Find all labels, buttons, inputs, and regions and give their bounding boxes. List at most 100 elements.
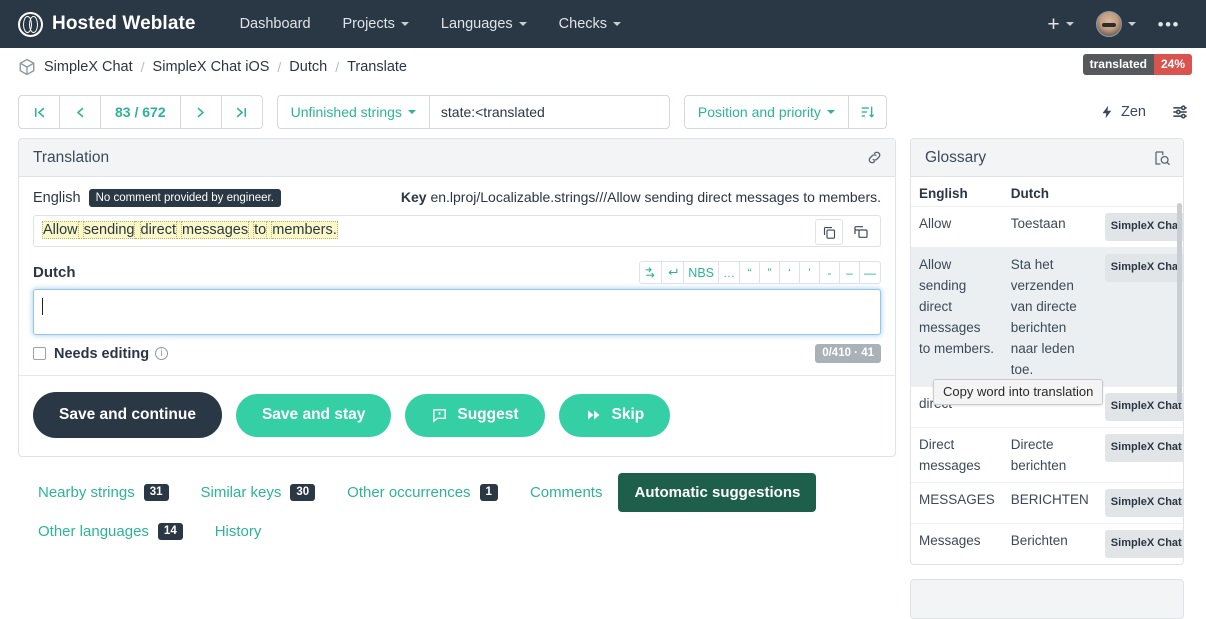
- more-menu-button[interactable]: •••: [1148, 0, 1190, 48]
- nav-item-languages[interactable]: Languages: [425, 0, 543, 48]
- source-word[interactable]: to: [254, 221, 267, 239]
- tab-other-languages-label: Other languages: [38, 523, 149, 540]
- glossary-row[interactable]: Allow sending direct messages to members…: [911, 248, 1184, 387]
- translation-input[interactable]: [33, 289, 881, 335]
- glossary-source-term[interactable]: Messages: [911, 524, 1003, 565]
- save-and-stay-button[interactable]: Save and stay: [236, 394, 391, 437]
- glossary-target-term[interactable]: Berichten: [1003, 524, 1097, 565]
- needs-editing-label[interactable]: Needs editing: [54, 346, 149, 362]
- save-and-continue-button[interactable]: Save and continue: [33, 392, 222, 438]
- glossary-column-project: [1097, 177, 1184, 207]
- search-input[interactable]: [430, 95, 670, 129]
- glossary-row[interactable]: Direct messages Directe berichten Simple…: [911, 428, 1184, 483]
- insert-en-dash-button[interactable]: –: [839, 261, 860, 284]
- tab-similar-keys[interactable]: Similar keys 30: [185, 473, 332, 512]
- source-word[interactable]: members.: [272, 221, 337, 239]
- tab-nearby-strings[interactable]: Nearby strings 31: [22, 473, 185, 512]
- glossary-column-english: English: [911, 177, 1003, 207]
- permalink-button[interactable]: [866, 149, 883, 166]
- glossary-project-badge: SimpleX Chat Android: [1105, 489, 1184, 517]
- glossary-source-term[interactable]: Allow sending direct messages to members…: [911, 248, 1003, 387]
- insert-quote-open-button[interactable]: “: [739, 261, 760, 284]
- nav-item-projects[interactable]: Projects: [327, 0, 425, 48]
- chevron-down-icon: [408, 110, 416, 114]
- tab-other-occurrences[interactable]: Other occurrences 1: [331, 473, 514, 512]
- breadcrumb-item-project[interactable]: SimpleX Chat: [44, 59, 133, 75]
- chevron-down-icon: [519, 22, 527, 26]
- glossary-search-button[interactable]: [1153, 149, 1171, 167]
- nav-item-dashboard[interactable]: Dashboard: [224, 0, 327, 48]
- glossary-source-term[interactable]: MESSAGES: [911, 483, 1003, 524]
- last-string-button[interactable]: [221, 95, 263, 129]
- glossary-target-term[interactable]: BERICHTEN: [1003, 483, 1097, 524]
- translation-panel-body: English No comment provided by engineer.…: [19, 177, 895, 456]
- insert-tab-button[interactable]: [639, 261, 662, 284]
- glossary-scrollbar[interactable]: [1177, 185, 1182, 563]
- source-string-text[interactable]: Allow sending direct messages to members…: [34, 216, 815, 246]
- insert-hyphen-button[interactable]: -: [819, 261, 840, 284]
- insert-nbs-button[interactable]: NBS: [683, 261, 719, 284]
- string-key-label: Key: [401, 189, 427, 205]
- toolbar-right-group: Zen: [1100, 102, 1190, 122]
- brand-home-link[interactable]: Hosted Weblate: [18, 12, 196, 37]
- insert-newline-button[interactable]: [661, 261, 684, 284]
- glossary-row[interactable]: Allow Toestaan SimpleX Chat Android: [911, 207, 1184, 248]
- source-word[interactable]: sending: [84, 221, 136, 239]
- clone-source-button[interactable]: [847, 219, 875, 245]
- glossary-row[interactable]: MESSAGES BERICHTEN SimpleX Chat Android: [911, 483, 1184, 524]
- breadcrumb-item-translate[interactable]: Translate: [347, 59, 407, 75]
- glossary-target-term[interactable]: Directe berichten: [1003, 428, 1097, 483]
- insert-single-quote-open-button[interactable]: ‘: [779, 261, 800, 284]
- filter-dropdown-button[interactable]: Unfinished strings: [277, 95, 430, 129]
- next-string-button[interactable]: [180, 95, 222, 129]
- source-word[interactable]: [79, 221, 84, 239]
- insert-em-dash-button[interactable]: —: [859, 261, 881, 284]
- needs-editing-checkbox[interactable]: [33, 347, 46, 360]
- glossary-source-term[interactable]: Direct messages: [911, 428, 1003, 483]
- breadcrumb-item-language[interactable]: Dutch: [289, 59, 327, 75]
- info-icon[interactable]: i: [155, 347, 168, 360]
- glossary-row[interactable]: Messages Berichten SimpleX Chat Android: [911, 524, 1184, 565]
- breadcrumb-separator: /: [335, 59, 339, 75]
- weblate-logo-icon: [18, 12, 43, 37]
- add-new-button[interactable]: +: [1037, 0, 1083, 48]
- tab-comments[interactable]: Comments: [514, 473, 619, 512]
- first-string-button[interactable]: [18, 95, 60, 129]
- previous-string-button[interactable]: [59, 95, 101, 129]
- source-word[interactable]: Allow: [42, 221, 79, 239]
- user-menu-button[interactable]: [1086, 0, 1146, 48]
- source-word[interactable]: direct: [141, 221, 177, 239]
- insert-quote-close-button[interactable]: ”: [759, 261, 780, 284]
- glossary-scrollbar-thumb[interactable]: [1177, 203, 1182, 403]
- nav-item-checks[interactable]: Checks: [543, 0, 637, 48]
- skip-button[interactable]: Skip: [559, 394, 671, 437]
- tab-history[interactable]: History: [199, 512, 278, 551]
- glossary-target-term[interactable]: Sta het verzenden van directe berichten …: [1003, 248, 1097, 387]
- tab-automatic-suggestions[interactable]: Automatic suggestions: [618, 473, 816, 512]
- zen-mode-link[interactable]: Zen: [1100, 104, 1146, 120]
- insert-single-quote-close-button[interactable]: ’: [799, 261, 820, 284]
- string-information-panel: [910, 579, 1184, 619]
- translation-panel-title: Translation: [33, 149, 109, 167]
- breadcrumb-item-component[interactable]: SimpleX Chat iOS: [153, 59, 270, 75]
- character-counter: 0/410 · 41: [815, 344, 881, 363]
- glossary-project-badge: SimpleX Chat Android: [1105, 254, 1184, 282]
- sliders-icon: [1170, 102, 1190, 122]
- status-badge: translated 24%: [1083, 54, 1192, 75]
- source-word[interactable]: messages: [182, 221, 249, 239]
- editor-settings-button[interactable]: [1170, 102, 1190, 122]
- tab-other-languages[interactable]: Other languages 14: [22, 512, 199, 551]
- glossary-search-icon: [1153, 149, 1171, 167]
- glossary-target-term[interactable]: Toestaan: [1003, 207, 1097, 248]
- insert-ellipsis-button[interactable]: …: [718, 261, 740, 284]
- source-word[interactable]: [135, 221, 140, 239]
- glossary-source-term[interactable]: Allow: [911, 207, 1003, 248]
- ellipsis-icon: •••: [1158, 16, 1180, 33]
- suggest-button[interactable]: Suggest: [405, 394, 544, 437]
- string-position: 83 / 672: [100, 95, 181, 129]
- cube-icon: [18, 58, 36, 76]
- copy-source-button[interactable]: [815, 219, 843, 245]
- sort-dropdown-button[interactable]: Position and priority: [684, 95, 849, 129]
- sort-direction-button[interactable]: [849, 95, 887, 129]
- save-and-stay-label: Save and stay: [262, 406, 365, 424]
